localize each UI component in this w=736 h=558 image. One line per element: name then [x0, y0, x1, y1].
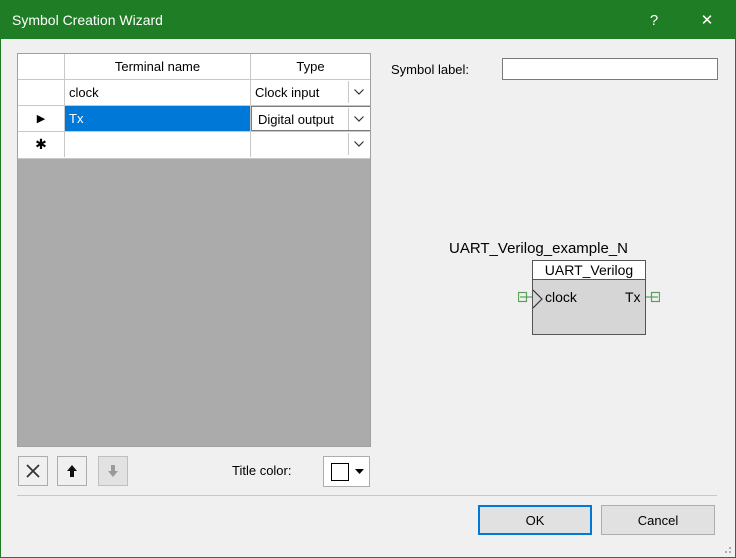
- title-bar: Symbol Creation Wizard ? ✕: [1, 1, 735, 39]
- terminal-type-select[interactable]: Clock input: [251, 80, 370, 105]
- move-up-button[interactable]: [57, 456, 87, 486]
- new-row[interactable]: ✱: [18, 132, 370, 159]
- new-row-icon[interactable]: ✱: [18, 132, 65, 157]
- grid-header-row: Terminal name Type: [18, 54, 370, 80]
- dialog-window: Symbol Creation Wizard ? ✕ Terminal name…: [0, 0, 736, 558]
- move-down-button[interactable]: [98, 456, 128, 486]
- chevron-down-icon[interactable]: [348, 108, 369, 130]
- terminal-name-cell[interactable]: Tx: [65, 106, 251, 131]
- symbol-label-caption: Symbol label:: [391, 62, 470, 77]
- arrow-up-icon: [67, 465, 77, 477]
- window-title: Symbol Creation Wizard: [12, 12, 163, 28]
- close-button[interactable]: ✕: [684, 1, 730, 39]
- terminal-name-cell[interactable]: [65, 132, 251, 157]
- instance-name: UART_Verilog_example_N: [449, 240, 628, 257]
- close-icon: ✕: [700, 12, 714, 29]
- symbol-title: UART_Verilog: [533, 261, 645, 280]
- symbol-label-input[interactable]: [502, 58, 718, 80]
- title-color-picker[interactable]: [323, 456, 370, 487]
- delete-x-icon: [26, 464, 40, 478]
- symbol-body: UART_Verilog clock Tx: [532, 260, 646, 335]
- header-type[interactable]: Type: [251, 54, 370, 79]
- symbol-preview: UART_Verilog_example_N UART_Verilog cloc…: [441, 236, 661, 346]
- delete-terminal-button[interactable]: [18, 456, 48, 486]
- dropdown-arrow-icon: [355, 469, 364, 474]
- table-row[interactable]: ▶ Tx Digital output: [18, 106, 370, 132]
- ok-button[interactable]: OK: [478, 505, 592, 535]
- clock-triangle-icon: [533, 289, 543, 309]
- terminal-type-select[interactable]: [251, 132, 370, 157]
- terminal-grid[interactable]: Terminal name Type clock Clock input ▶ T…: [17, 53, 371, 447]
- resize-grip-icon[interactable]: [722, 544, 732, 554]
- port-clock-label: clock: [545, 289, 577, 305]
- row-selector[interactable]: [18, 80, 65, 105]
- title-color-swatch: [331, 463, 349, 481]
- terminal-type-value: Clock input: [255, 85, 320, 100]
- output-pin-icon: [646, 291, 660, 303]
- terminal-type-select[interactable]: Digital output: [251, 106, 370, 131]
- chevron-down-icon[interactable]: [348, 133, 369, 155]
- chevron-down-icon[interactable]: [348, 81, 369, 103]
- input-pin-icon: [518, 291, 532, 303]
- row-header-corner: [18, 54, 65, 79]
- terminal-name-cell[interactable]: clock: [65, 80, 251, 105]
- help-button[interactable]: ?: [631, 1, 677, 39]
- title-color-label: Title color:: [232, 463, 292, 478]
- divider: [17, 495, 717, 496]
- arrow-down-icon: [108, 465, 118, 477]
- cancel-button[interactable]: Cancel: [601, 505, 715, 535]
- current-row-icon[interactable]: ▶: [18, 106, 65, 131]
- terminal-type-value: Digital output: [258, 112, 334, 127]
- table-row[interactable]: clock Clock input: [18, 80, 370, 106]
- header-terminal-name[interactable]: Terminal name: [65, 54, 251, 79]
- port-tx-label: Tx: [625, 289, 641, 305]
